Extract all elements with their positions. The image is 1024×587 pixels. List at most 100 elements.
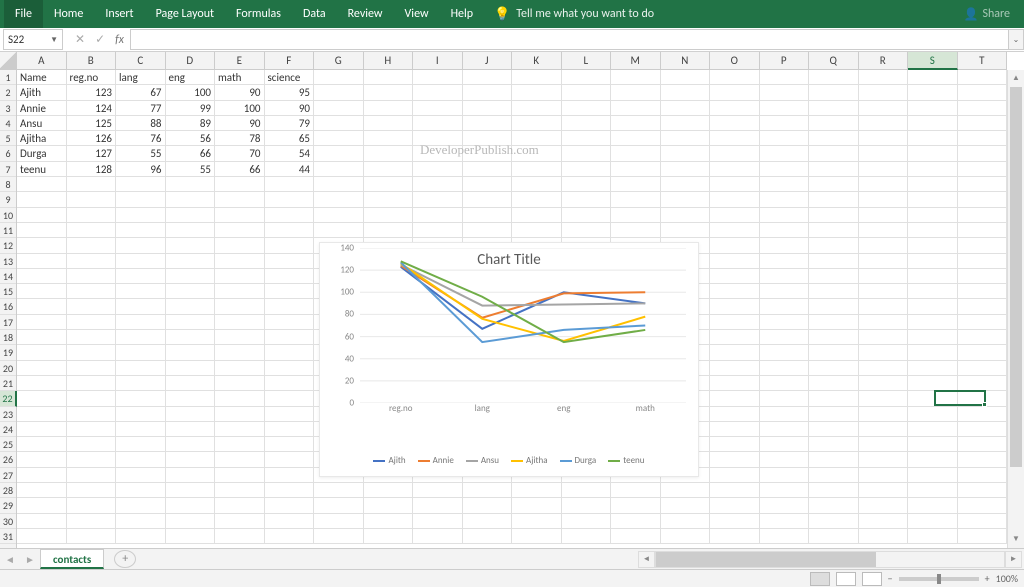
cell-G10[interactable]: [314, 208, 364, 223]
cell-J30[interactable]: [463, 514, 513, 529]
cell-N29[interactable]: [661, 498, 711, 513]
cell-F28[interactable]: [265, 483, 315, 498]
cell-D13[interactable]: [166, 254, 216, 269]
col-header-O[interactable]: O: [710, 52, 760, 69]
cell-D1[interactable]: eng: [166, 70, 216, 85]
cell-K1[interactable]: [512, 70, 562, 85]
cell-R20[interactable]: [859, 361, 909, 376]
cell-S17[interactable]: [908, 315, 958, 330]
cell-P26[interactable]: [760, 452, 810, 467]
cell-O23[interactable]: [710, 407, 760, 422]
row-header-5[interactable]: 5: [0, 131, 16, 146]
cell-C22[interactable]: [116, 391, 166, 406]
cell-P30[interactable]: [760, 514, 810, 529]
cell-B20[interactable]: [67, 361, 117, 376]
ribbon-tab-insert[interactable]: Insert: [94, 0, 144, 28]
name-box[interactable]: S22 ▼: [3, 29, 63, 50]
cell-K2[interactable]: [512, 85, 562, 100]
cell-D24[interactable]: [166, 422, 216, 437]
cell-D8[interactable]: [166, 177, 216, 192]
cell-T1[interactable]: [958, 70, 1008, 85]
cell-C28[interactable]: [116, 483, 166, 498]
cell-L2[interactable]: [562, 85, 612, 100]
cell-R15[interactable]: [859, 284, 909, 299]
cell-Q10[interactable]: [809, 208, 859, 223]
cell-D11[interactable]: [166, 223, 216, 238]
cell-P31[interactable]: [760, 529, 810, 544]
col-header-M[interactable]: M: [611, 52, 661, 69]
page-layout-view-button[interactable]: [836, 572, 856, 586]
share-button[interactable]: 👤 Share: [953, 7, 1020, 22]
cell-P12[interactable]: [760, 238, 810, 253]
cell-B1[interactable]: reg.no: [67, 70, 117, 85]
cell-I7[interactable]: [413, 162, 463, 177]
cell-C27[interactable]: [116, 468, 166, 483]
cell-Q30[interactable]: [809, 514, 859, 529]
cell-S21[interactable]: [908, 376, 958, 391]
cell-Q21[interactable]: [809, 376, 859, 391]
cell-E10[interactable]: [215, 208, 265, 223]
cell-F2[interactable]: 95: [265, 85, 315, 100]
cell-P27[interactable]: [760, 468, 810, 483]
cell-C14[interactable]: [116, 269, 166, 284]
col-header-C[interactable]: C: [116, 52, 166, 69]
cell-E6[interactable]: 70: [215, 146, 265, 161]
cell-F1[interactable]: science: [265, 70, 315, 85]
cell-D10[interactable]: [166, 208, 216, 223]
cell-T27[interactable]: [958, 468, 1008, 483]
cell-L4[interactable]: [562, 116, 612, 131]
cell-P16[interactable]: [760, 299, 810, 314]
cell-E11[interactable]: [215, 223, 265, 238]
cell-P10[interactable]: [760, 208, 810, 223]
cell-E21[interactable]: [215, 376, 265, 391]
cell-F26[interactable]: [265, 452, 315, 467]
cell-B17[interactable]: [67, 315, 117, 330]
cell-H11[interactable]: [364, 223, 414, 238]
cell-A11[interactable]: [17, 223, 67, 238]
cell-D16[interactable]: [166, 299, 216, 314]
col-header-H[interactable]: H: [364, 52, 414, 69]
cell-E23[interactable]: [215, 407, 265, 422]
cell-M1[interactable]: [611, 70, 661, 85]
cell-F27[interactable]: [265, 468, 315, 483]
cell-O4[interactable]: [710, 116, 760, 131]
cell-A29[interactable]: [17, 498, 67, 513]
cell-F24[interactable]: [265, 422, 315, 437]
cell-Q31[interactable]: [809, 529, 859, 544]
cell-A17[interactable]: [17, 315, 67, 330]
col-header-N[interactable]: N: [661, 52, 711, 69]
cell-Q26[interactable]: [809, 452, 859, 467]
cell-A14[interactable]: [17, 269, 67, 284]
vertical-scrollbar[interactable]: ▲ ▼: [1007, 70, 1024, 548]
cell-F5[interactable]: 65: [265, 131, 315, 146]
cell-N2[interactable]: [661, 85, 711, 100]
cell-B21[interactable]: [67, 376, 117, 391]
cell-R18[interactable]: [859, 330, 909, 345]
cell-S15[interactable]: [908, 284, 958, 299]
cell-T16[interactable]: [958, 299, 1008, 314]
cell-S8[interactable]: [908, 177, 958, 192]
cell-D3[interactable]: 99: [166, 101, 216, 116]
cell-K9[interactable]: [512, 192, 562, 207]
cell-D23[interactable]: [166, 407, 216, 422]
cell-F29[interactable]: [265, 498, 315, 513]
cell-L11[interactable]: [562, 223, 612, 238]
cell-S10[interactable]: [908, 208, 958, 223]
cell-H10[interactable]: [364, 208, 414, 223]
cell-I3[interactable]: [413, 101, 463, 116]
cell-C17[interactable]: [116, 315, 166, 330]
cell-Q16[interactable]: [809, 299, 859, 314]
cell-N4[interactable]: [661, 116, 711, 131]
cell-B24[interactable]: [67, 422, 117, 437]
cell-I5[interactable]: [413, 131, 463, 146]
cell-C5[interactable]: 76: [116, 131, 166, 146]
cell-O20[interactable]: [710, 361, 760, 376]
row-header-31[interactable]: 31: [0, 529, 16, 544]
cell-R28[interactable]: [859, 483, 909, 498]
cell-E14[interactable]: [215, 269, 265, 284]
cell-S31[interactable]: [908, 529, 958, 544]
cell-F7[interactable]: 44: [265, 162, 315, 177]
cell-K11[interactable]: [512, 223, 562, 238]
cell-R8[interactable]: [859, 177, 909, 192]
cell-D9[interactable]: [166, 192, 216, 207]
